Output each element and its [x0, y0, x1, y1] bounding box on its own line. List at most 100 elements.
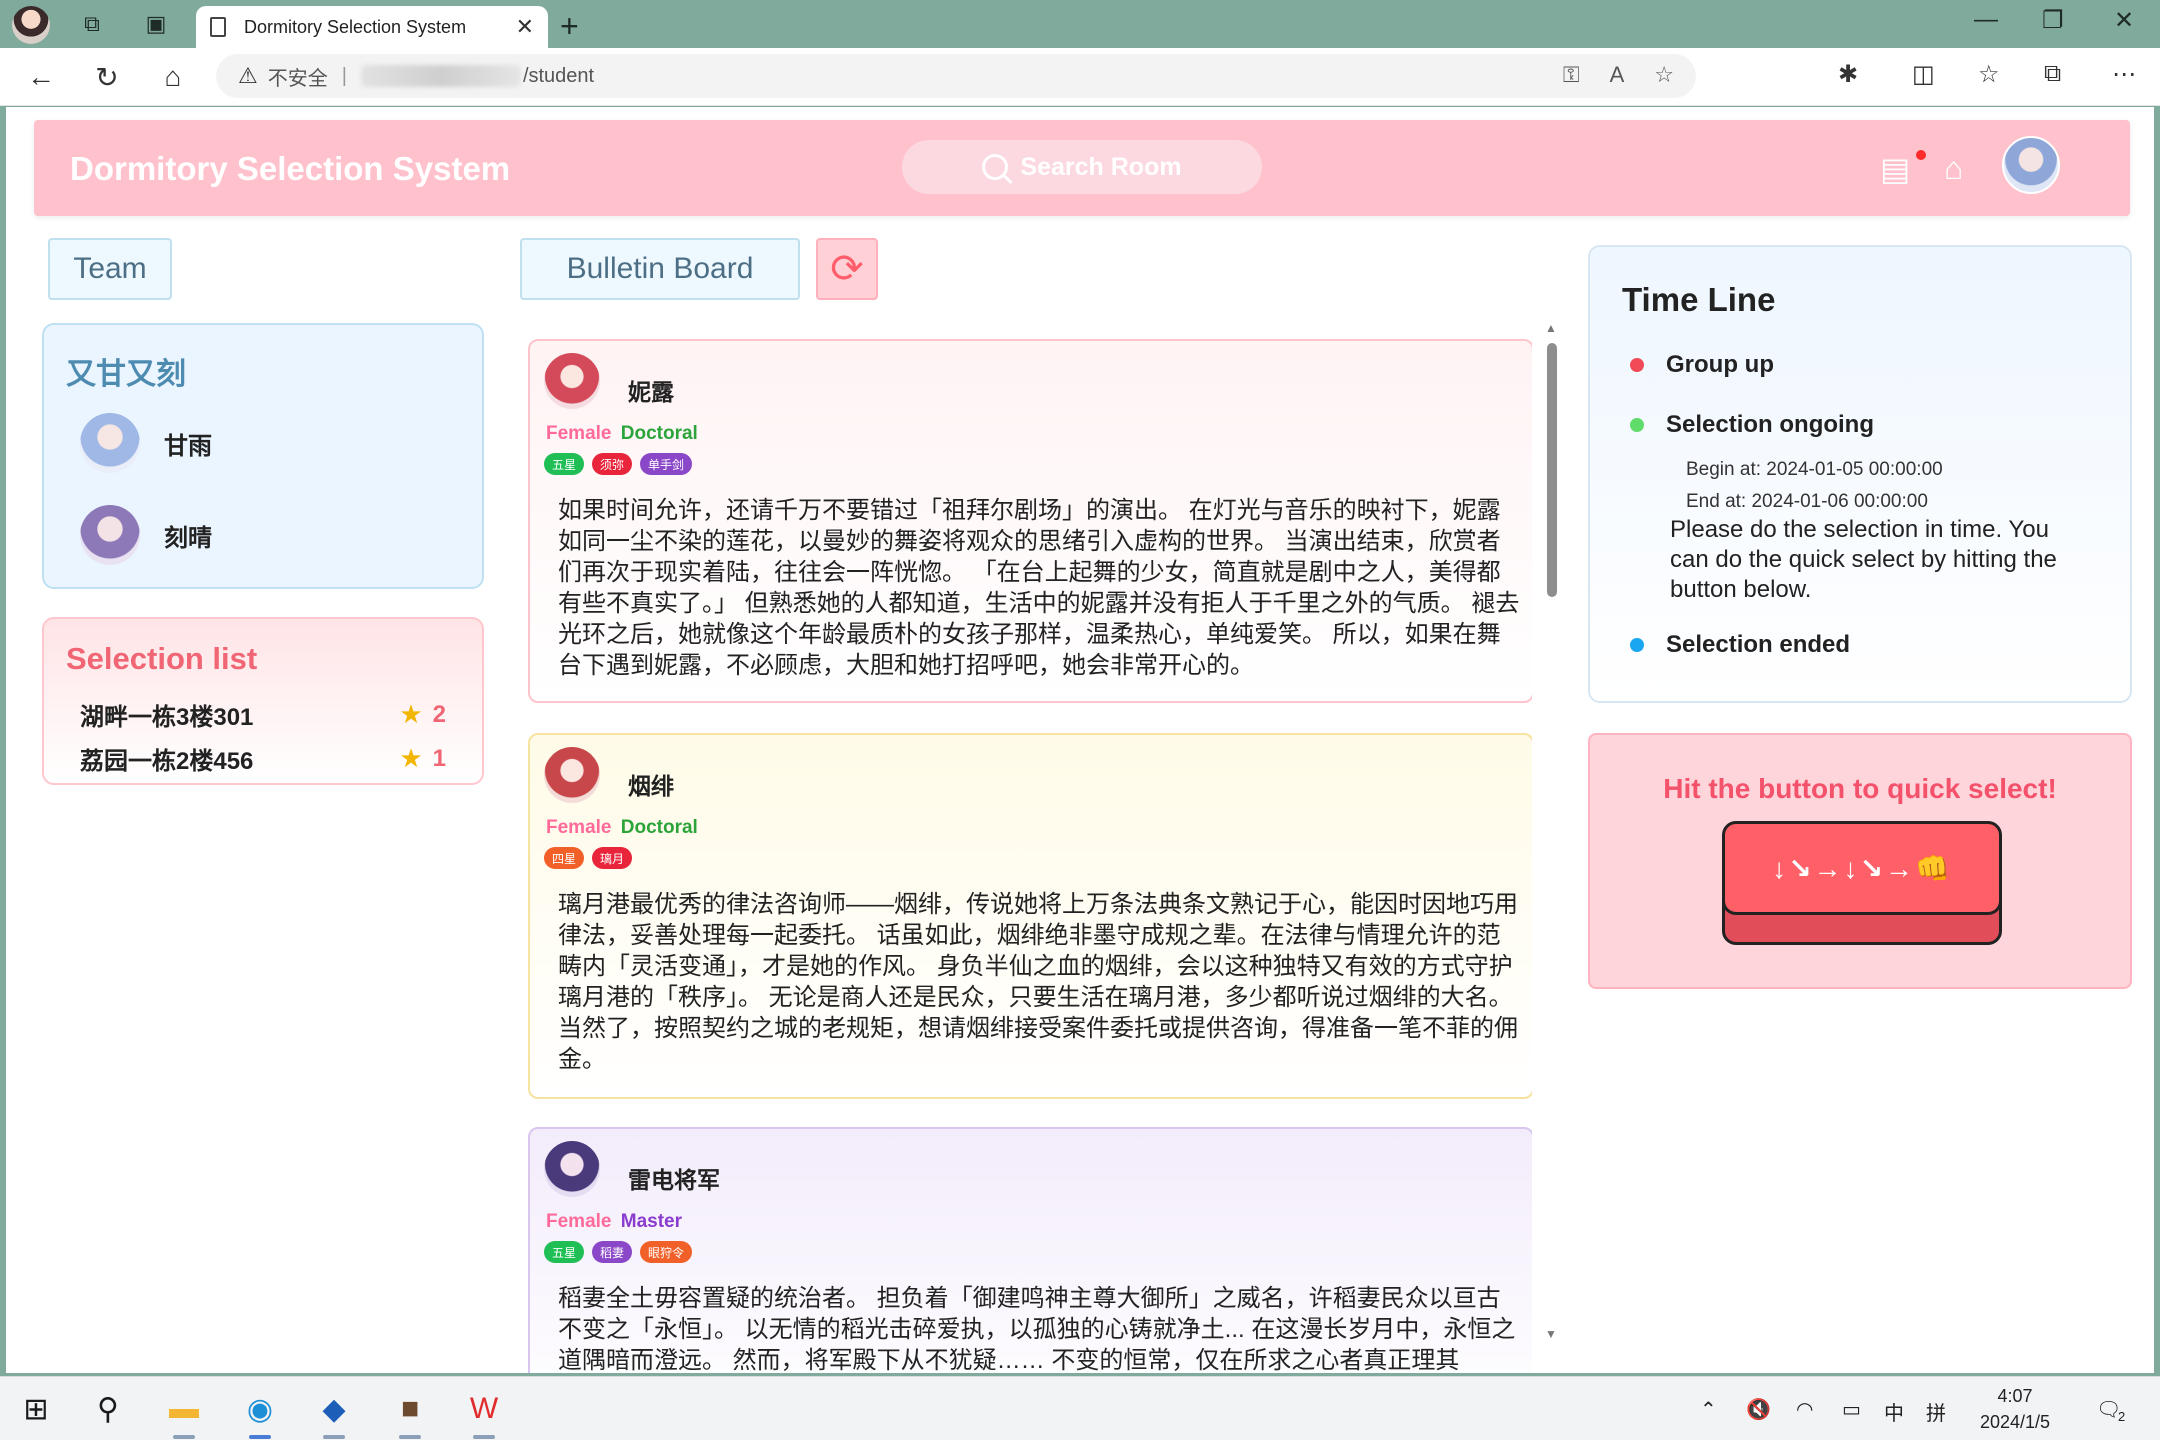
status-dot [1630, 638, 1644, 652]
timeline-label: Selection ended [1666, 631, 1851, 658]
post-avatar [544, 1141, 600, 1197]
active-indicator [249, 1435, 271, 1439]
refresh-icon: ⟳ [830, 247, 864, 291]
close-tab-icon[interactable]: ✕ [516, 14, 534, 40]
selection-item[interactable]: 荔园一栋2楼456 ★ 1 [80, 741, 446, 776]
team-card: 又甘又刻 甘雨 刻晴 [42, 323, 484, 589]
home-nav-icon[interactable]: ⌂ [1944, 150, 1963, 187]
system-clock[interactable]: 4:07 2024/1/5 [1980, 1383, 2050, 1435]
edge-icon[interactable]: ◉ [240, 1389, 280, 1429]
bulletin-feed[interactable]: 妮露 Female Doctoral 五星 须弥 单手剑 如果时间允许，还请千万… [520, 325, 1532, 1373]
page-icon [210, 17, 226, 37]
quick-select-card: Hit the button to quick select! ↓↘→↓↘→👊 [1588, 733, 2132, 989]
running-indicator [399, 1435, 421, 1439]
battery-icon[interactable]: ▭ [1842, 1397, 1861, 1422]
quick-select-button[interactable]: ↓↘→↓↘→👊 [1722, 821, 2002, 915]
status-dot [1630, 358, 1644, 372]
restore-icon[interactable]: ❐ [2042, 6, 2064, 35]
read-aloud-icon[interactable]: A [1610, 62, 1625, 88]
tag: 须弥 [592, 453, 633, 475]
team-member[interactable]: 刻晴 [80, 505, 212, 565]
address-bar-row: ← ↻ ⌂ ⚠ 不安全 | /student ⚿ A ☆ ✱ ◫ ☆ ⧉ ⋯ [0, 48, 2160, 106]
tag-list: 五星 须弥 单手剑 [544, 453, 693, 475]
timeline-item: Selection ended [1630, 631, 1850, 659]
reload-icon[interactable]: ↻ [88, 58, 126, 96]
new-tab-button[interactable]: + [560, 8, 579, 45]
post-meta: Female Master [546, 1211, 682, 1233]
web-page: Dormitory Selection System Search Room ▤… [6, 107, 2154, 1373]
favorite-star-icon[interactable]: ☆ [1654, 62, 1674, 88]
app-title: Dormitory Selection System [70, 150, 511, 187]
post-meta: Female Doctoral [546, 817, 698, 839]
clock-time: 4:07 [1997, 1386, 2033, 1406]
tag: 单手剑 [640, 453, 693, 475]
message-icon[interactable]: ▤ [1880, 150, 1910, 188]
refresh-button[interactable]: ⟳ [816, 238, 878, 300]
post-author: 烟绯 [628, 773, 674, 799]
timeline-note: Please do the selection in time. You can… [1670, 516, 2057, 603]
split-screen-icon[interactable]: ◫ [1912, 60, 1935, 89]
scroll-down-arrow[interactable]: ▼ [1545, 1327, 1557, 1341]
tray-overflow-icon[interactable]: ⌃ [1700, 1397, 1717, 1422]
file-explorer-icon[interactable]: ▬ [164, 1389, 204, 1429]
collections-icon[interactable]: ⧉ [2044, 60, 2061, 88]
browser-tab-bar: ⧉ ▣ Dormitory Selection System ✕ + — ❐ ✕ [0, 0, 2160, 48]
workspaces-icon[interactable]: ⧉ [74, 6, 110, 42]
star-icon: ★ [399, 743, 423, 773]
search-icon [982, 154, 1009, 180]
selection-item[interactable]: 湖畔一栋3楼301 ★ 2 [80, 697, 446, 732]
star-icon: ★ [399, 699, 423, 729]
running-indicator [323, 1435, 345, 1439]
team-button[interactable]: Team [48, 238, 172, 300]
selection-list-card: Selection list 湖畔一栋3楼301 ★ 2 荔园一栋2楼456 ★… [42, 617, 484, 785]
home-icon[interactable]: ⌂ [154, 58, 192, 96]
team-name: 又甘又刻 [66, 358, 186, 391]
ime-mode[interactable]: 拼 [1926, 1397, 1946, 1426]
game-app-icon[interactable]: ■ [390, 1389, 430, 1429]
browser-profile-avatar[interactable] [12, 6, 50, 44]
member-avatar [80, 413, 140, 473]
wps-icon[interactable]: W [464, 1389, 504, 1429]
app-header: Dormitory Selection System Search Room ▤… [34, 120, 2130, 216]
search-placeholder: Search Room [1020, 152, 1182, 181]
bulletin-board-button[interactable]: Bulletin Board [520, 238, 800, 300]
minimize-icon[interactable]: — [1974, 6, 1998, 34]
more-icon[interactable]: ⋯ [2112, 60, 2136, 89]
degree-label: Doctoral [620, 817, 698, 838]
user-avatar[interactable] [2002, 136, 2060, 194]
running-indicator [473, 1435, 495, 1439]
timeline-title: Time Line [1622, 281, 1776, 318]
close-window-icon[interactable]: ✕ [2114, 6, 2134, 35]
scrollbar-thumb[interactable] [1547, 343, 1557, 597]
selection-list-title: Selection list [66, 641, 258, 676]
wifi-icon[interactable]: ◠ [1796, 1397, 1813, 1422]
gender-label: Female [546, 423, 612, 444]
post-description: 稻妻全土毋容置疑的统治者。 担负着「御建鸣神主尊大御所」之威名，许稻妻民众以亘古… [558, 1285, 1516, 1373]
input-language[interactable]: 中 [1884, 1397, 1904, 1426]
insecure-label: 不安全 [267, 67, 328, 90]
volume-muted-icon[interactable]: 🔇 [1746, 1397, 1771, 1422]
url-field[interactable]: ⚠ 不安全 | /student ⚿ A ☆ [216, 54, 1696, 98]
running-indicator [173, 1435, 195, 1439]
favorites-icon[interactable]: ☆ [1978, 60, 2000, 89]
extensions-icon[interactable]: ✱ [1838, 60, 1858, 89]
url-path: /student [522, 64, 595, 87]
post-avatar [544, 353, 600, 409]
gender-label: Female [546, 1211, 612, 1232]
star-count: 2 [432, 700, 446, 728]
vertical-tabs-icon[interactable]: ▣ [138, 6, 174, 42]
tab-title: Dormitory Selection System [244, 16, 467, 37]
team-member[interactable]: 甘雨 [80, 413, 212, 473]
key-icon[interactable]: ⚿ [1563, 62, 1580, 88]
scroll-up-arrow[interactable]: ▲ [1545, 321, 1557, 335]
post-description: 如果时间允许，还请千万不要错过「祖拜尔剧场」的演出。 在灯光与音乐的映衬下，妮露… [558, 497, 1520, 679]
search-taskbar-icon[interactable]: ⚲ [88, 1389, 128, 1429]
webstorm-icon[interactable]: ◆ [314, 1389, 354, 1429]
warning-icon: ⚠ [238, 63, 258, 88]
bulletin-post: 雷电将军 Female Master 五星 稻妻 眼狩令 稻妻全土毋容置疑的统治… [528, 1127, 1532, 1373]
browser-tab[interactable]: Dormitory Selection System ✕ [196, 6, 548, 48]
redacted-host [360, 65, 521, 87]
search-room-box[interactable]: Search Room [902, 140, 1262, 194]
start-icon[interactable]: ⊞ [16, 1389, 56, 1429]
back-icon[interactable]: ← [22, 58, 60, 96]
